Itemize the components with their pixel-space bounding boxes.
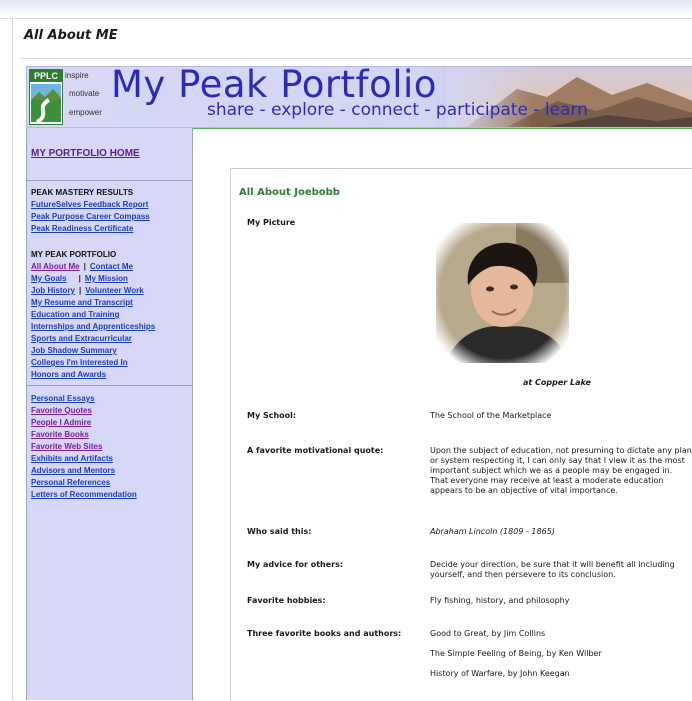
school-value: The School of the Marketplace [430, 411, 552, 420]
sidebar-link-job-shadow[interactable]: Job Shadow Summary [31, 346, 117, 355]
mastery-heading: PEAK MASTERY RESULTS [31, 188, 134, 197]
sidebar-link-contact-me[interactable]: Contact Me [90, 262, 133, 271]
tagline-empower: empower [69, 108, 102, 117]
portfolio-banner: PPLC inspire motivate empower My Peak Po… [26, 66, 692, 128]
sidebar-nav: MY PORTFOLIO HOME PEAK MASTERY RESULTS F… [26, 128, 193, 700]
book-item: Good to Great, by Jim Collins [430, 629, 546, 638]
sidebar-link-favorite-books[interactable]: Favorite Books [31, 430, 89, 439]
sidebar-link-my-mission[interactable]: My Mission [85, 274, 128, 283]
sidebar-link-colleges[interactable]: Colleges I'm Interested In [31, 358, 128, 367]
separator: | [78, 274, 81, 283]
book-item: History of Warfare, by John Keegan [430, 669, 570, 678]
profile-photo [436, 223, 569, 363]
sidebar-link-people-admire[interactable]: People I Admire [31, 418, 91, 427]
sidebar-pair-goals-mission: My Goals | My Mission [31, 274, 128, 283]
sidebar-link-exhibits[interactable]: Exhibits and Artifacts [31, 454, 113, 463]
sidebar-link-letters[interactable]: Letters of Recommendation [31, 490, 137, 499]
sidebar-link-job-history[interactable]: Job History [31, 286, 75, 295]
logo-text: PPLC [30, 70, 62, 82]
portfolio-subtitle: share - explore - connect - participate … [207, 100, 588, 120]
school-label: My School: [247, 411, 297, 420]
said-by-label: Who said this: [247, 527, 312, 536]
heading-divider [20, 58, 692, 59]
sidebar-pair-job-volunteer: Job History | Volunteer Work [31, 286, 144, 295]
photo-caption: at Copper Lake [523, 378, 591, 387]
tagline-motivate: motivate [69, 89, 100, 98]
said-by-value: Abraham Lincoln (1809 - 1865) [430, 527, 555, 536]
sidebar-link-all-about-me[interactable]: All About Me [31, 262, 80, 271]
sidebar-link-personal-essays[interactable]: Personal Essays [31, 394, 95, 403]
sidebar-link-advisors[interactable]: Advisors and Mentors [31, 466, 115, 475]
hobbies-value: Fly fishing, history, and philosophy [430, 596, 570, 605]
sidebar-link-readiness-certificate[interactable]: Peak Readiness Certificate [31, 224, 133, 233]
hobbies-label: Favorite hobbies: [247, 596, 326, 605]
portfolio-home-link[interactable]: MY PORTFOLIO HOME [31, 148, 140, 159]
sidebar-pair-about-contact: All About Me | Contact Me [31, 262, 133, 271]
profile-title: All About Joebobb [239, 187, 340, 198]
book-item: The Simple Feeling of Being, by Ken Wilb… [430, 649, 602, 658]
sidebar-link-futureselves[interactable]: FutureSelves Feedback Report [31, 200, 148, 209]
advice-value: Decide your direction, be sure that it w… [430, 560, 675, 579]
sidebar-divider [27, 385, 192, 386]
separator: | [79, 286, 82, 295]
sidebar-link-honors[interactable]: Honors and Awards [31, 370, 106, 379]
content-top-border [190, 128, 692, 129]
page-heading: All About ME [24, 28, 118, 43]
sidebar-link-education[interactable]: Education and Training [31, 310, 119, 319]
sidebar-link-volunteer-work[interactable]: Volunteer Work [85, 286, 143, 295]
separator: | [83, 262, 86, 271]
sidebar-link-favorite-web-sites[interactable]: Favorite Web Sites [31, 442, 102, 451]
quote-label: A favorite motivational quote: [247, 446, 384, 455]
sidebar-link-career-compass[interactable]: Peak Purpose Career Compass [31, 212, 150, 221]
page-left-border [12, 18, 13, 700]
tagline-inspire: inspire [65, 71, 89, 80]
picture-label: My Picture [247, 218, 296, 227]
browser-top-strip [0, 0, 692, 19]
pplc-logo: PPLC [29, 69, 63, 125]
advice-label: My advice for others: [247, 560, 344, 569]
road-mountain-icon [31, 84, 61, 122]
sidebar-link-references[interactable]: Personal References [31, 478, 110, 487]
profile-content: All About Joebobb My Picture at Copper L… [230, 168, 692, 701]
portfolio-heading: MY PEAK PORTFOLIO [31, 250, 117, 259]
sidebar-link-favorite-quotes[interactable]: Favorite Quotes [31, 406, 92, 415]
sidebar-link-internships[interactable]: Internships and Apprenticeships [31, 322, 155, 331]
sidebar-link-sports[interactable]: Sports and Extracurricular [31, 334, 132, 343]
sidebar-link-my-goals[interactable]: My Goals [31, 274, 67, 283]
quote-value: Upon the subject of education, not presu… [430, 446, 692, 495]
books-label: Three favorite books and authors: [247, 629, 402, 638]
sidebar-link-resume[interactable]: My Resume and Transcript [31, 298, 133, 307]
sidebar-divider [27, 180, 192, 181]
